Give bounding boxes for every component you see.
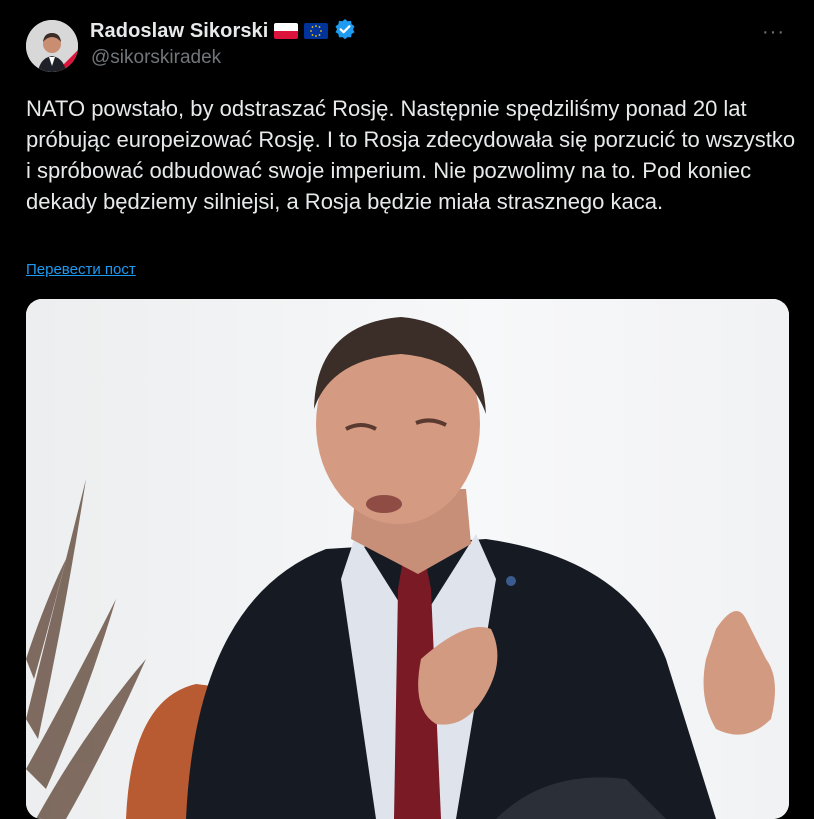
poland-flag-icon [274,23,299,39]
post-image[interactable] [26,299,789,819]
author-display-name[interactable]: Radoslaw Sikorski [90,20,268,43]
verified-badge-icon [334,18,356,45]
more-options-icon[interactable]: ··· [762,21,785,44]
eu-flag-icon [304,23,329,39]
avatar[interactable] [26,20,78,72]
translate-post-link[interactable]: Перевести пост [26,261,136,278]
post-text: NATO powstało, by odstraszać Rosję. Nast… [26,96,796,214]
post: Radoslaw Sikorski @sikorskiradek ··· NAT… [0,0,814,819]
author-header: Radoslaw Sikorski [90,17,356,45]
author-handle[interactable]: @sikorskiradek [91,47,221,69]
